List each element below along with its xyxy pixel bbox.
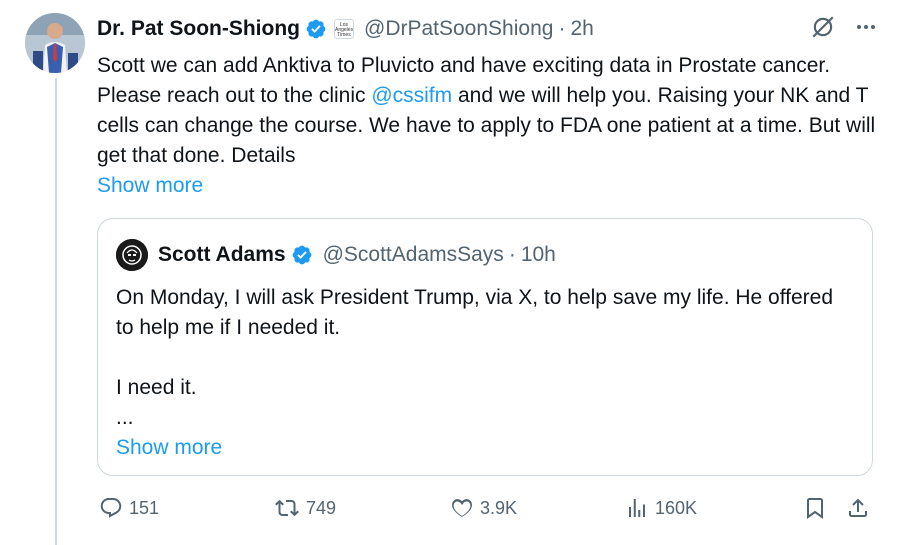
- quote-show-more-link[interactable]: Show more: [116, 433, 846, 463]
- top-actions: [810, 14, 878, 40]
- tweet-text: Scott we can add Anktiva to Pluvicto and…: [97, 51, 877, 201]
- tweet-header: Dr. Pat Soon-Shiong Los Angeles Times @DrP…: [97, 14, 594, 44]
- quote-author-handle[interactable]: @ScottAdamsSays: [323, 243, 504, 267]
- repost-count: 749: [306, 497, 337, 518]
- bookmark-button[interactable]: [803, 496, 827, 520]
- author-photo: [25, 13, 85, 73]
- views-button[interactable]: 160K: [625, 496, 697, 520]
- action-bar: 151 749 3.9K 160K: [97, 496, 877, 528]
- quoted-tweet[interactable]: Scott Adams @ScottAdamsSays · 10h On Mon…: [97, 218, 873, 476]
- tweet-timestamp[interactable]: 2h: [570, 17, 593, 41]
- views-count: 160K: [655, 497, 698, 518]
- verified-badge-icon: [292, 245, 311, 265]
- thread-line: [55, 78, 57, 545]
- quote-text-spacer: [116, 343, 846, 373]
- share-button[interactable]: [846, 496, 870, 520]
- repost-icon: [275, 499, 299, 517]
- reply-button[interactable]: 151: [99, 496, 159, 520]
- quote-header-separator: ·: [508, 243, 516, 266]
- quote-text: On Monday, I will ask President Trump, v…: [116, 283, 846, 463]
- reply-count: 151: [129, 497, 160, 518]
- affiliation-badge-icon[interactable]: Los Angeles Times: [334, 19, 354, 39]
- verified-badge-icon: [306, 19, 326, 39]
- views-icon: [629, 499, 645, 517]
- quote-avatar-image: [116, 239, 148, 271]
- share-icon: [849, 498, 867, 517]
- reply-icon: [100, 498, 122, 518]
- quote-text-line: On Monday, I will ask President Trump, v…: [116, 286, 834, 339]
- quote-timestamp[interactable]: 10h: [521, 243, 556, 267]
- bookmark-icon: [807, 498, 823, 519]
- quote-author-name[interactable]: Scott Adams: [158, 243, 286, 267]
- header-separator: ·: [558, 17, 566, 40]
- quote-text-line: ...: [116, 406, 134, 429]
- repost-button[interactable]: 749: [274, 496, 336, 520]
- like-button[interactable]: 3.9K: [450, 496, 517, 520]
- like-count: 3.9K: [480, 497, 518, 518]
- show-more-link[interactable]: Show more: [97, 171, 877, 201]
- more-icon[interactable]: [854, 15, 878, 39]
- quote-author-avatar[interactable]: [116, 239, 148, 271]
- mention-link[interactable]: @cssifm: [371, 84, 452, 107]
- quote-header: Scott Adams @ScottAdamsSays · 10h: [116, 239, 556, 271]
- author-handle[interactable]: @DrPatSoonShiong: [364, 17, 553, 41]
- quote-text-line: I need it.: [116, 376, 197, 399]
- grok-icon[interactable]: [810, 14, 836, 40]
- like-icon: [452, 499, 472, 517]
- author-name[interactable]: Dr. Pat Soon-Shiong: [97, 17, 300, 41]
- author-avatar[interactable]: [25, 13, 85, 73]
